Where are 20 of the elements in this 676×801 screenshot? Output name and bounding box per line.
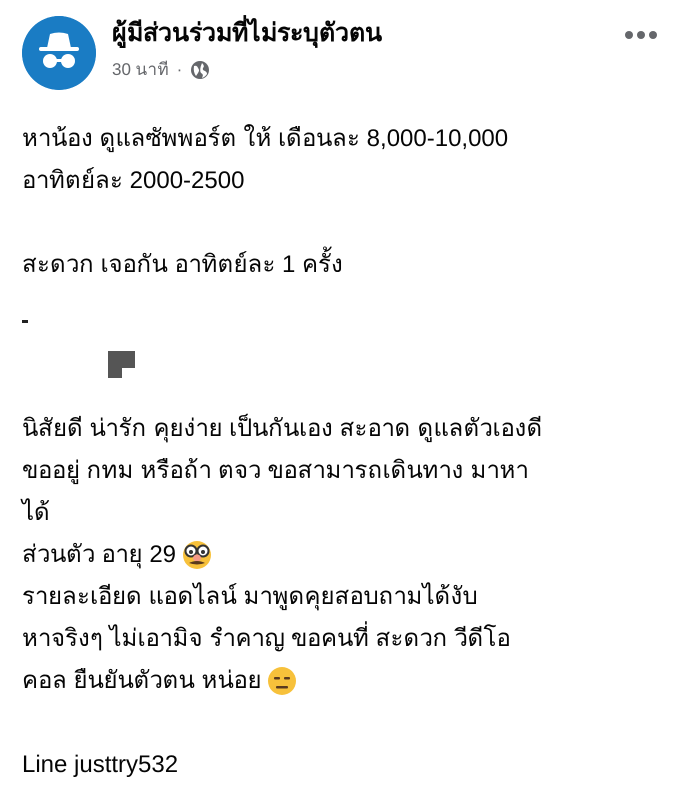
- post-text-line: หาน้อง ดูแลซัพพอร์ต ให้ เดือนละ 8,000-10,000: [22, 123, 508, 154]
- post-time[interactable]: 30 นาที: [112, 57, 169, 82]
- separator-dot: ·: [176, 59, 182, 81]
- post-text-line: ส่วนตัว อายุ 29: [22, 540, 176, 570]
- dash-mark: [22, 320, 28, 323]
- post-text-line: ได้: [22, 497, 50, 528]
- more-options-icon[interactable]: [624, 30, 658, 40]
- disguise-emoji-icon: [182, 540, 212, 570]
- post-text-line: คอล ยืนยันตัวตน หน่อย: [22, 666, 262, 696]
- post-text-line: สะดวก เจอกัน อาทิตย์ละ 1 ครั้ง: [22, 244, 344, 286]
- post-text-line: รายละเอียด แอดไลน์ มาพูดคุยสอบถามได้งับ: [22, 581, 478, 612]
- globe-icon: [190, 60, 210, 80]
- anonymous-avatar-icon[interactable]: [22, 16, 96, 90]
- post-text-line: ขออยู่ กทม หรือถ้า ตจว ขอสามารถเดินทาง มาหา: [22, 456, 528, 486]
- expressionless-emoji-icon: [267, 666, 298, 696]
- post-text-line: Line justtry532: [22, 750, 178, 780]
- post-text-line: หาจริงๆ ไม่เอามิจ รำคาญ ขอคนที่ สะดวก วีดีโอ: [22, 618, 510, 660]
- broken-image-icon: [108, 351, 135, 378]
- post-text-line: อาทิตย์ละ 2000-2500: [22, 166, 244, 196]
- post-text-line: นิสัยดี น่ารัก คุยง่าย เป็นกันเอง สะอาด ดูแลตัวเองดี: [22, 412, 542, 444]
